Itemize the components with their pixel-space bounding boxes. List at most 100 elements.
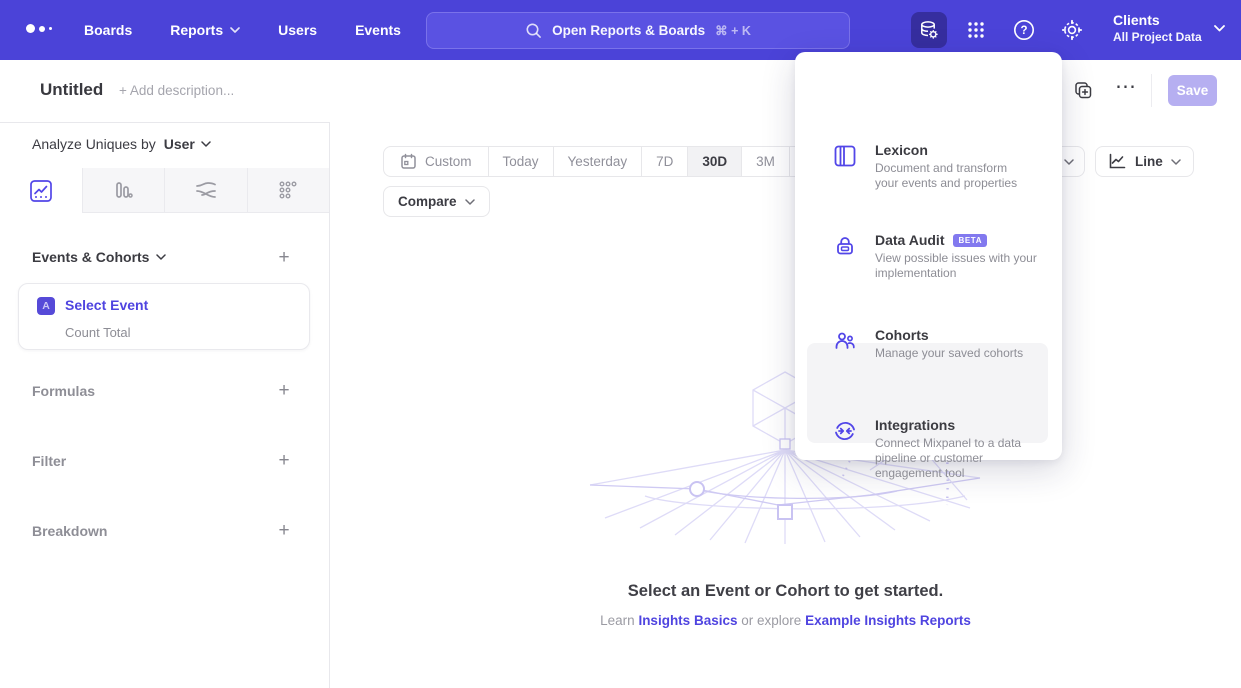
chart-type-label: Line <box>1135 154 1163 169</box>
breakdown-section-label: Breakdown <box>32 523 107 539</box>
empty-state-title: Select an Event or Cohort to get started… <box>330 582 1241 601</box>
date-range-label: 30D <box>702 154 727 169</box>
formulas-section-label: Formulas <box>32 383 95 399</box>
search-icon <box>525 22 542 39</box>
nav-item-boards[interactable]: Boards <box>84 22 132 38</box>
grid-icon <box>964 18 988 42</box>
chart-type-dropdown[interactable]: Line <box>1095 146 1194 177</box>
header-divider <box>1151 74 1152 107</box>
data-management-menu: Lexicon Document and transform your even… <box>795 52 1062 460</box>
dots-grid-icon <box>276 178 300 202</box>
chevron-down-icon <box>230 27 240 33</box>
integrations-sync-icon <box>833 419 857 443</box>
chevron-down-icon <box>1064 159 1074 165</box>
date-range-label: Today <box>503 154 539 169</box>
event-series-badge: A <box>37 297 55 315</box>
nav-item-label: Users <box>278 22 317 38</box>
lexicon-book-icon <box>833 144 857 168</box>
insights-basics-link[interactable]: Insights Basics <box>638 613 737 628</box>
line-chart-icon <box>29 179 53 203</box>
tab-flow-chart[interactable] <box>164 168 247 213</box>
analyze-label: Analyze Uniques by <box>32 136 156 152</box>
nav-item-label: Boards <box>84 22 132 38</box>
global-search-input[interactable]: Open Reports & Boards ⌘ + K <box>426 12 850 49</box>
settings-button[interactable] <box>1054 12 1090 48</box>
project-selector[interactable]: Clients All Project Data <box>1113 11 1225 45</box>
org-name: Clients <box>1113 11 1202 29</box>
menu-item-description: Document and transform your events and p… <box>875 161 1055 191</box>
mixpanel-logo-icon[interactable] <box>26 24 52 33</box>
query-builder-sidebar: Analyze Uniques by User <box>0 122 330 688</box>
analyze-uniques-selector[interactable]: Analyze Uniques by User <box>32 136 211 152</box>
duplicate-icon <box>1073 80 1093 100</box>
bar-chart-icon <box>111 178 135 202</box>
date-range-7d[interactable]: 7D <box>641 147 687 176</box>
project-labels: Clients All Project Data <box>1113 11 1202 45</box>
data-management-button[interactable] <box>911 12 947 48</box>
chevron-down-icon <box>201 141 211 147</box>
empty-state-subtitle: Learn Insights Basics or explore Example… <box>330 613 1241 628</box>
nav-item-label: Reports <box>170 22 223 38</box>
chevron-down-icon <box>156 254 166 260</box>
nav-item-users[interactable]: Users <box>278 22 317 38</box>
tab-line-chart[interactable] <box>0 168 82 213</box>
event-card[interactable]: A Select Event Count Total <box>18 283 310 350</box>
add-event-button[interactable]: + <box>275 249 293 267</box>
cohorts-users-icon <box>833 329 857 353</box>
nav-item-events[interactable]: Events <box>355 22 401 38</box>
count-total-label[interactable]: Count Total <box>65 325 131 340</box>
date-range-custom[interactable]: Custom <box>384 147 488 176</box>
nav-item-reports[interactable]: Reports <box>170 22 240 38</box>
analyze-value: User <box>164 136 195 152</box>
events-cohorts-header[interactable]: Events & Cohorts <box>32 249 166 265</box>
nav-menu: Boards Reports Users Events <box>84 0 401 60</box>
date-range-label: Custom <box>425 154 472 169</box>
menu-item-title: Data AuditBETA <box>875 232 987 248</box>
menu-item-title: Cohorts <box>875 327 929 343</box>
add-filter-button[interactable]: + <box>275 452 293 470</box>
beta-badge: BETA <box>953 234 987 247</box>
compare-label: Compare <box>398 194 457 209</box>
menu-item-description: View possible issues with your implement… <box>875 251 1055 281</box>
flow-chart-icon <box>193 178 219 202</box>
calendar-icon <box>400 153 417 170</box>
date-range-label: 7D <box>656 154 673 169</box>
report-title[interactable]: Untitled <box>40 80 103 100</box>
chevron-down-icon <box>1171 159 1181 165</box>
app-root: Boards Reports Users Events Open Reports… <box>0 0 1241 688</box>
gear-icon <box>1060 18 1084 42</box>
search-placeholder: Open Reports & Boards <box>552 23 705 38</box>
apps-grid-button[interactable] <box>958 12 994 48</box>
filter-section-label: Filter <box>32 453 66 469</box>
or-explore-text: or explore <box>741 613 801 628</box>
date-range-yesterday[interactable]: Yesterday <box>553 147 642 176</box>
add-formula-button[interactable]: + <box>275 382 293 400</box>
database-gear-icon <box>918 19 940 41</box>
menu-item-description: Connect Mixpanel to a data pipeline or c… <box>875 436 1055 481</box>
chevron-down-icon <box>1214 25 1225 32</box>
chevron-down-icon <box>465 199 475 205</box>
add-breakdown-button[interactable]: + <box>275 522 293 540</box>
chart-type-tabs <box>0 168 329 213</box>
search-shortcut: ⌘ + K <box>715 23 751 38</box>
report-description-placeholder[interactable]: + Add description... <box>119 83 234 98</box>
nav-item-label: Events <box>355 22 401 38</box>
line-chart-icon <box>1108 153 1127 170</box>
date-range-30d[interactable]: 30D <box>687 147 741 176</box>
save-button[interactable]: Save <box>1168 75 1217 106</box>
data-audit-lock-icon <box>833 234 857 258</box>
date-range-label: 3M <box>756 154 775 169</box>
duplicate-report-button[interactable] <box>1073 80 1093 100</box>
example-insights-reports-link[interactable]: Example Insights Reports <box>805 613 971 628</box>
events-cohorts-label: Events & Cohorts <box>32 249 149 265</box>
date-range-3m[interactable]: 3M <box>741 147 789 176</box>
select-event-label[interactable]: Select Event <box>65 297 148 313</box>
more-options-button[interactable]: ⋯ <box>1113 74 1139 99</box>
help-icon: ? <box>1012 18 1036 42</box>
learn-prefix: Learn <box>600 613 635 628</box>
tab-bar-chart[interactable] <box>82 168 165 213</box>
help-button[interactable]: ? <box>1006 12 1042 48</box>
date-range-today[interactable]: Today <box>488 147 553 176</box>
compare-dropdown[interactable]: Compare <box>383 186 490 217</box>
tab-table-chart[interactable] <box>247 168 330 213</box>
